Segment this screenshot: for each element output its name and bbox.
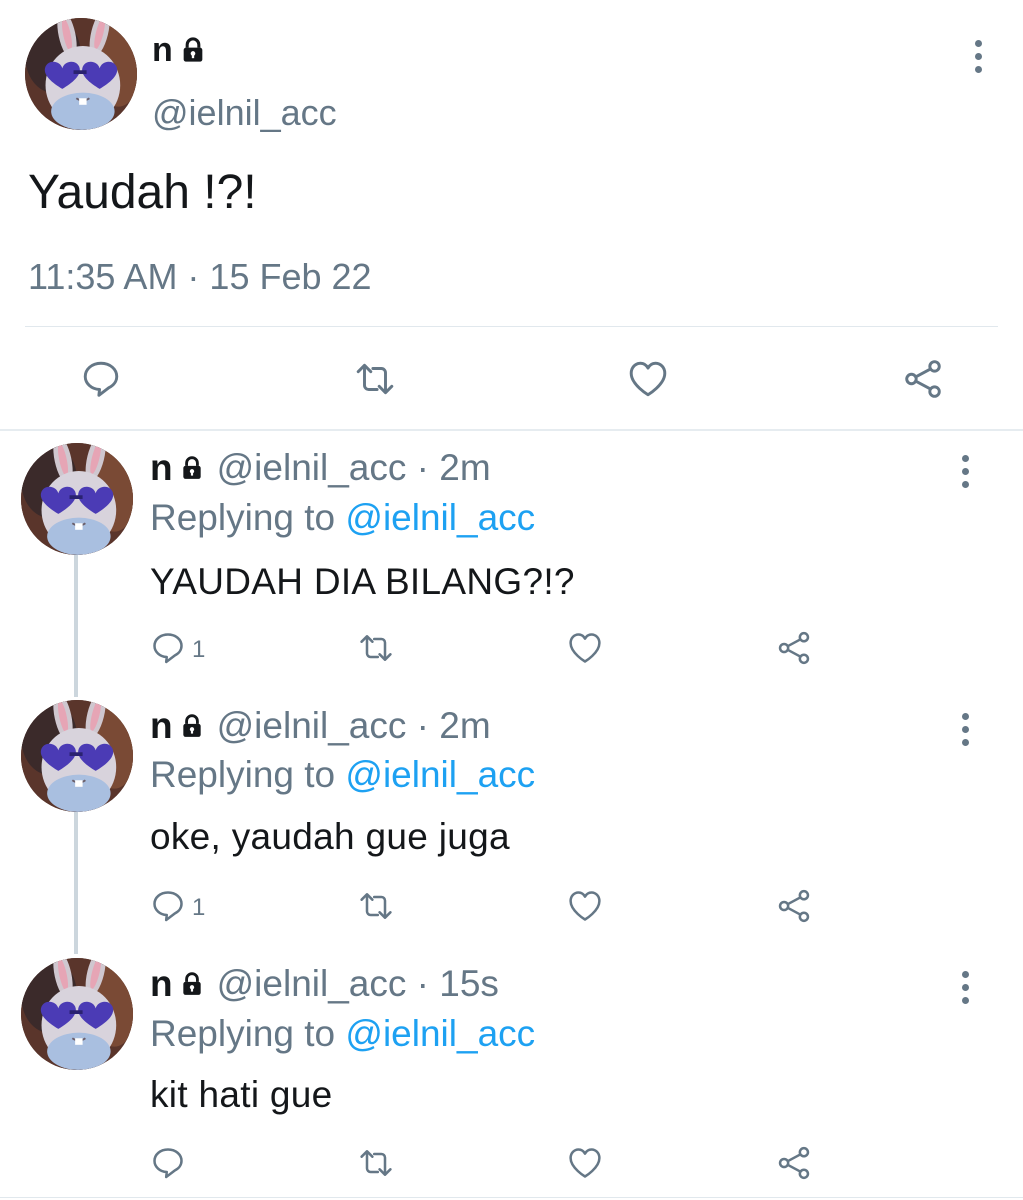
replying-to: Replying to @ielnil_acc xyxy=(150,753,535,797)
more-options-icon[interactable] xyxy=(960,971,970,1010)
retweet-icon[interactable] xyxy=(354,358,396,400)
mention-link[interactable]: @ielnil_acc xyxy=(345,754,535,795)
author-name[interactable]: n xyxy=(150,704,173,748)
divider xyxy=(25,326,998,327)
divider xyxy=(0,1197,1023,1198)
more-options-icon[interactable] xyxy=(973,40,983,79)
replying-prefix: Replying to xyxy=(150,1013,346,1054)
avatar[interactable] xyxy=(21,958,133,1070)
reply-icon[interactable] xyxy=(80,358,122,400)
share-icon[interactable] xyxy=(776,630,812,666)
reply-header: n @ielnil_acc · 15s xyxy=(150,962,499,1006)
reply-text: kit hati gue xyxy=(150,1074,333,1115)
mention-link[interactable]: @ielnil_acc xyxy=(345,1013,535,1054)
share-icon[interactable] xyxy=(776,888,812,924)
replying-prefix: Replying to xyxy=(150,754,346,795)
reply-header: n @ielnil_acc · 2m xyxy=(150,704,491,748)
like-icon[interactable] xyxy=(567,888,603,924)
author-handle[interactable]: @ielnil_acc xyxy=(152,92,337,134)
lock-icon xyxy=(179,971,205,997)
like-icon[interactable] xyxy=(567,630,603,666)
retweet-icon[interactable] xyxy=(358,888,394,924)
reply-header: n @ielnil_acc · 2m xyxy=(150,446,491,490)
reply-text: oke, yaudah gue juga xyxy=(150,816,510,857)
reply-icon[interactable] xyxy=(150,630,186,666)
author-name[interactable]: n xyxy=(150,446,173,490)
section-separator xyxy=(0,429,1023,431)
tweet-text: Yaudah !?! xyxy=(28,166,257,219)
reply-count: 1 xyxy=(192,636,206,663)
handle-and-time: @ielnil_acc · 2m xyxy=(216,705,491,746)
lock-icon xyxy=(179,455,205,481)
reply-count: 1 xyxy=(192,894,206,921)
more-options-icon[interactable] xyxy=(960,455,970,494)
reply-icon[interactable] xyxy=(150,1145,186,1181)
more-options-icon[interactable] xyxy=(960,713,970,752)
like-icon[interactable] xyxy=(627,358,669,400)
thread-line xyxy=(74,555,78,697)
author-name-text: n xyxy=(152,31,173,69)
author-name[interactable]: n xyxy=(152,30,207,70)
retweet-icon[interactable] xyxy=(358,1145,394,1181)
author-name[interactable]: n xyxy=(150,962,173,1006)
avatar[interactable] xyxy=(21,700,133,812)
lock-icon xyxy=(179,36,207,64)
mention-link[interactable]: @ielnil_acc xyxy=(345,497,535,538)
share-icon[interactable] xyxy=(776,1145,812,1181)
reply-text: YAUDAH DIA BILANG?!? xyxy=(150,561,575,602)
reply-icon[interactable] xyxy=(150,888,186,924)
retweet-icon[interactable] xyxy=(358,630,394,666)
like-icon[interactable] xyxy=(567,1145,603,1181)
replying-to: Replying to @ielnil_acc xyxy=(150,1012,535,1056)
avatar[interactable] xyxy=(25,18,137,130)
tweet-timestamp: 11:35 AM · 15 Feb 22 xyxy=(28,256,372,297)
handle-and-time: @ielnil_acc · 2m xyxy=(216,447,491,488)
replying-to: Replying to @ielnil_acc xyxy=(150,496,535,540)
replying-prefix: Replying to xyxy=(150,497,346,538)
avatar[interactable] xyxy=(21,443,133,555)
handle-and-time: @ielnil_acc · 15s xyxy=(216,963,499,1004)
share-icon[interactable] xyxy=(902,358,944,400)
thread-line xyxy=(74,812,78,954)
lock-icon xyxy=(179,713,205,739)
